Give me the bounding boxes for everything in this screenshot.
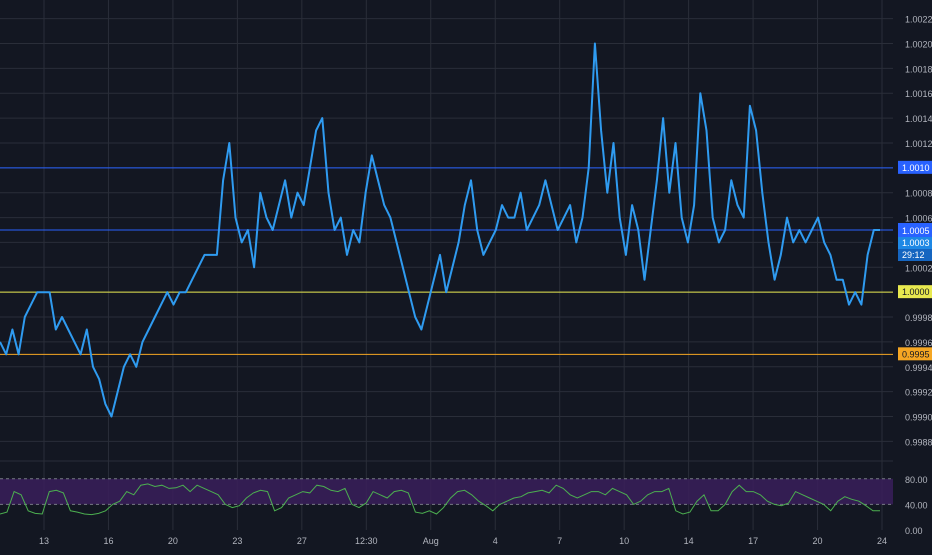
y-tick-label: 0.9988 bbox=[905, 437, 932, 447]
chart-canvas[interactable]: 1.0022 1.0020 1.0018 1.0016 1.0014 1.0012 1.00… bbox=[0, 0, 932, 550]
x-tick-label: 17 bbox=[748, 536, 758, 546]
y-tick-label: 1.0002 bbox=[905, 263, 932, 273]
x-tick-label: 23 bbox=[232, 536, 242, 546]
level-tag-label: 0.9995 bbox=[902, 349, 930, 359]
oscillator-y-tick-label: 0.00 bbox=[905, 526, 923, 536]
x-tick-label: 7 bbox=[557, 536, 562, 546]
price-tag-label: 29:12 bbox=[902, 250, 925, 260]
x-tick-label: 10 bbox=[619, 536, 629, 546]
x-tick-label: Aug bbox=[423, 536, 439, 546]
y-tick-label: 1.0016 bbox=[905, 89, 932, 99]
level-tag-label: 1.0000 bbox=[902, 287, 930, 297]
x-tick-label: 20 bbox=[813, 536, 823, 546]
x-tick-label: 14 bbox=[684, 536, 694, 546]
y-tick-label: 0.9990 bbox=[905, 412, 932, 422]
price-tag-label: 1.0005 bbox=[902, 226, 930, 236]
oscillator-y-tick-label: 80.00 bbox=[905, 475, 928, 485]
y-tick-label: 0.9992 bbox=[905, 388, 932, 398]
y-tick-label: 1.0006 bbox=[905, 214, 932, 224]
y-tick-label: 1.0020 bbox=[905, 40, 932, 50]
y-tick-label: 1.0014 bbox=[905, 114, 932, 124]
x-tick-label: 16 bbox=[103, 536, 113, 546]
x-tick-label: 13 bbox=[39, 536, 49, 546]
y-tick-label: 1.0022 bbox=[905, 15, 932, 25]
oscillator-band-fill bbox=[0, 478, 893, 505]
y-tick-label: 0.9998 bbox=[905, 313, 932, 323]
oscillator-band bbox=[0, 478, 893, 505]
x-tick-label: 12:30 bbox=[355, 536, 378, 546]
x-tick-label: 24 bbox=[877, 536, 887, 546]
level-tag-label: 1.0010 bbox=[902, 163, 930, 173]
y-tick-label: 0.9994 bbox=[905, 363, 932, 373]
chart-background bbox=[0, 0, 932, 550]
y-tick-label: 1.0018 bbox=[905, 64, 932, 74]
y-tick-label: 1.0008 bbox=[905, 189, 932, 199]
y-tick-label: 1.0012 bbox=[905, 139, 932, 149]
x-tick-label: 20 bbox=[168, 536, 178, 546]
x-tick-label: 4 bbox=[493, 536, 498, 546]
oscillator-y-tick-label: 40.00 bbox=[905, 500, 928, 510]
y-tick-label: 0.9996 bbox=[905, 338, 932, 348]
x-tick-label: 27 bbox=[297, 536, 307, 546]
price-tag-label: 1.0003 bbox=[902, 238, 930, 248]
chart-svg: 1.0022 1.0020 1.0018 1.0016 1.0014 1.0012 1.00… bbox=[0, 0, 932, 550]
